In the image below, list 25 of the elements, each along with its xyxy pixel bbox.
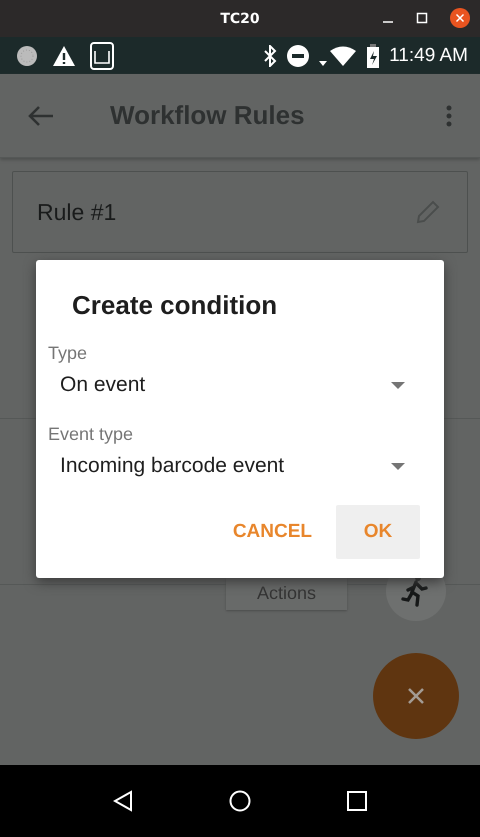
loading-icon	[16, 44, 38, 66]
close-icon[interactable]	[450, 8, 470, 28]
dropdown-caret-icon	[391, 462, 405, 470]
dialog-button[interactable]: CANCEL	[232, 505, 312, 559]
dropdown-caret-icon	[391, 382, 405, 388]
wifi-icon	[319, 44, 358, 66]
recents-icon[interactable]	[347, 791, 367, 811]
home-icon[interactable]	[229, 790, 251, 812]
field-label: Event type	[48, 424, 134, 445]
warning-icon	[52, 44, 76, 66]
dropdown-field[interactable]: On event	[48, 364, 420, 400]
battery-icon	[367, 44, 380, 68]
actions-button[interactable]: Actions	[226, 577, 347, 610]
bluetooth-icon	[263, 44, 278, 66]
status-time: 11:49 AM	[389, 44, 468, 66]
device-icon	[90, 42, 114, 70]
dialog-title: Create condition	[72, 290, 278, 321]
dialog-button[interactable]: OK	[336, 505, 420, 559]
dropdown-field[interactable]: Incoming barcode event	[48, 445, 420, 481]
maximize-icon[interactable]	[416, 12, 428, 24]
rule-name: Rule #1	[37, 198, 116, 226]
field-label: Type	[48, 343, 88, 364]
do-not-disturb-icon	[287, 44, 310, 66]
back-icon[interactable]	[113, 790, 133, 812]
window-title: TC20	[220, 10, 260, 26]
